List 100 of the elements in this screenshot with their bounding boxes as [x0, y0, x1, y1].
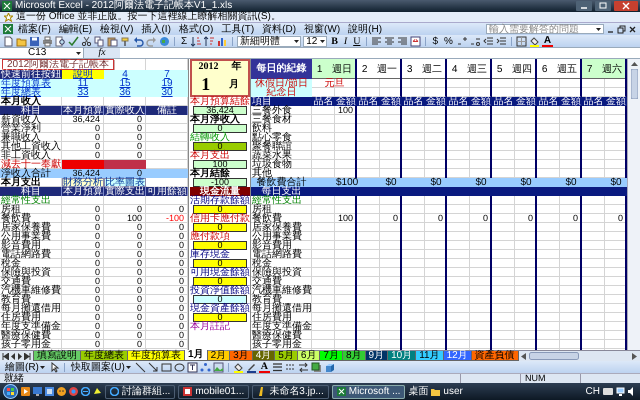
underline-button[interactable]: U: [351, 36, 362, 46]
currency-button[interactable]: $: [430, 36, 440, 46]
font-field[interactable]: 新細明體: [237, 36, 302, 46]
sheet-tab[interactable]: 3月: [229, 351, 253, 361]
window-switch-icon[interactable]: [45, 387, 54, 396]
fill-color-icon[interactable]: [528, 36, 540, 46]
chart-icon[interactable]: [217, 36, 228, 46]
network-icon[interactable]: [616, 387, 625, 396]
restore-button[interactable]: [617, 24, 626, 34]
first-sheet-arrow-icon[interactable]: [2, 352, 9, 360]
italic-button[interactable]: I: [342, 36, 350, 46]
3d-cube-icon[interactable]: [324, 362, 336, 372]
paste-icon[interactable]: [107, 36, 118, 46]
last-sheet-arrow-icon[interactable]: [24, 352, 31, 360]
link[interactable]: 年度預算表: [0, 79, 62, 88]
scroll-up-arrow-icon[interactable]: [630, 61, 638, 67]
pointer-icon[interactable]: [48, 362, 60, 372]
sheet-tab[interactable]: 10月: [387, 351, 416, 361]
scrollbar-thumb[interactable]: [630, 69, 638, 99]
line-style-icon[interactable]: [272, 362, 284, 372]
sheet-tab[interactable]: 8月: [342, 351, 366, 361]
folder-icon[interactable]: [431, 387, 440, 396]
desktop-icon[interactable]: [33, 387, 42, 396]
rectangle-icon[interactable]: [160, 362, 172, 372]
percent-button[interactable]: %: [442, 36, 455, 46]
oval-icon[interactable]: [174, 362, 185, 372]
link[interactable]: 4: [104, 70, 146, 79]
scrollbar-thumb[interactable]: [528, 352, 579, 360]
shadow-icon[interactable]: [311, 362, 322, 372]
line-color-icon[interactable]: [246, 362, 257, 372]
language-indicator[interactable]: CH: [586, 386, 600, 398]
spelling-check-icon[interactable]: [68, 36, 79, 46]
increase-indent-icon[interactable]: [496, 36, 507, 46]
taskbar-button[interactable]: 討論群組...: [105, 384, 176, 398]
sort-descending-icon[interactable]: [204, 36, 216, 46]
sheet-tab[interactable]: 12月: [442, 351, 472, 361]
link[interactable]: 11: [62, 79, 104, 88]
keyboard-icon[interactable]: [603, 388, 613, 396]
sheet-tab[interactable]: 2月: [206, 351, 230, 361]
sheet-tab[interactable]: 1月: [184, 350, 208, 361]
insert-function-button[interactable]: fx: [84, 48, 120, 58]
sheet-button[interactable]: 財務分析: [62, 178, 104, 187]
next-sheet-arrow-icon[interactable]: [17, 352, 23, 360]
sheet-tab[interactable]: 5月: [274, 351, 298, 361]
decrease-decimal-icon[interactable]: [470, 36, 481, 46]
decrease-indent-icon[interactable]: [482, 36, 494, 46]
sheet-tab[interactable]: 9月: [364, 351, 388, 361]
sheet-tab[interactable]: 資產負債: [470, 351, 519, 361]
align-center-icon[interactable]: [384, 36, 396, 46]
menu-item[interactable]: 視窗(W): [301, 24, 344, 34]
sheet-tab[interactable]: 6月: [296, 351, 320, 361]
desktop-toolbar-label[interactable]: 桌面: [408, 386, 428, 398]
link[interactable]: 15: [104, 79, 146, 88]
sheet-tab[interactable]: 4月: [252, 351, 276, 361]
sort-ascending-icon[interactable]: [191, 36, 202, 46]
cut-icon[interactable]: [81, 36, 92, 46]
link[interactable]: 30: [146, 88, 188, 97]
taskbar-button[interactable]: mobile01...: [178, 384, 250, 398]
menu-item[interactable]: 編輯(E): [56, 24, 96, 34]
help-search-field[interactable]: 輸入需要解答的問題: [486, 24, 604, 34]
print-icon[interactable]: [42, 36, 53, 46]
autosum-button[interactable]: Σ: [179, 36, 190, 46]
print-preview-icon[interactable]: [55, 36, 66, 46]
taskbar-button[interactable]: Microsoft ...: [332, 384, 406, 398]
sheet-tab[interactable]: 年度總表: [80, 351, 128, 361]
menu-item[interactable]: 說明(H): [345, 24, 386, 34]
start-button[interactable]: [3, 384, 18, 399]
copy-icon[interactable]: [94, 36, 105, 46]
link[interactable]: 36: [104, 88, 146, 97]
menu-item[interactable]: 檔案(F): [15, 24, 54, 34]
user-folder-label[interactable]: user: [443, 386, 463, 398]
sheet-tab[interactable]: 7月: [319, 351, 343, 361]
fill-color-icon[interactable]: [232, 362, 244, 372]
draw-menu-button[interactable]: 繪圖(R): [3, 362, 47, 372]
taskbar-button[interactable]: 未命名3.jp...: [252, 384, 329, 398]
text-box-icon[interactable]: [186, 362, 198, 372]
picture-icon[interactable]: [212, 362, 224, 372]
line-icon[interactable]: [134, 362, 146, 372]
previous-sheet-arrow-icon[interactable]: [10, 352, 16, 360]
info-message[interactable]: 這一份 Office 並非正版。按一下這裡線上瞭解相關資訊(S)。: [16, 12, 281, 22]
font-size-field[interactable]: 12: [303, 36, 328, 46]
link[interactable]: 7: [146, 70, 188, 79]
dash-style-icon[interactable]: [285, 362, 296, 372]
undo-icon[interactable]: [133, 36, 144, 46]
sheet-button[interactable]: 比率圖表: [104, 178, 146, 187]
diagram-icon[interactable]: [200, 362, 211, 372]
merge-cells-icon[interactable]: [410, 36, 422, 46]
align-right-icon[interactable]: [397, 36, 408, 46]
minimize-button[interactable]: [576, 1, 592, 11]
save-icon[interactable]: [29, 36, 40, 46]
media-player-icon[interactable]: [21, 387, 30, 396]
link[interactable]: 說明: [62, 70, 104, 79]
menu-item[interactable]: 插入(I): [138, 24, 174, 34]
scroll-left-arrow-icon[interactable]: [520, 352, 526, 360]
bold-button[interactable]: B: [329, 36, 340, 46]
sheet-tab[interactable]: 11月: [415, 351, 444, 361]
sheet-tab[interactable]: 填寫說明: [33, 351, 81, 361]
menu-item[interactable]: 資料(D): [259, 24, 300, 34]
menu-item[interactable]: 檢視(V): [97, 24, 136, 34]
brush-icon[interactable]: [120, 36, 131, 46]
